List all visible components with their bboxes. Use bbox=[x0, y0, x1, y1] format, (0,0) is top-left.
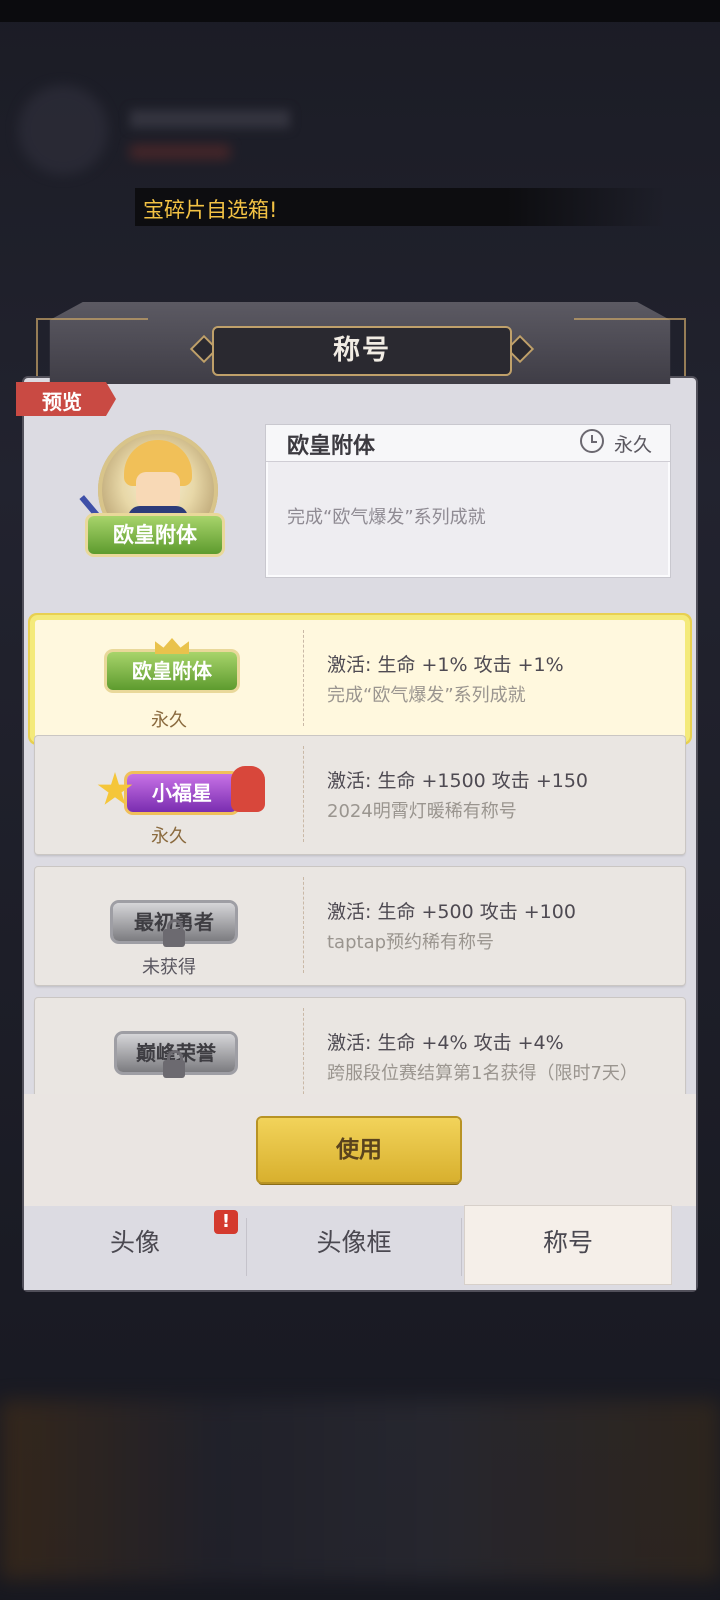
tab-avatar-frame[interactable]: 头像框 bbox=[247, 1206, 461, 1284]
row-divider bbox=[303, 1008, 304, 1094]
crown-icon bbox=[155, 638, 189, 654]
title-source: 2024明霄灯暖稀有称号 bbox=[327, 801, 517, 822]
tab-label: 头像框 bbox=[316, 1228, 392, 1257]
title-badge-area: 小福星 永久 bbox=[35, 736, 303, 854]
header-ornament-left bbox=[36, 318, 148, 376]
panel-title-text: 称号 bbox=[333, 335, 391, 366]
title-row[interactable]: 欧皇附体 永久 激活: 生命 +1% 攻击 +1% 完成“欧气爆发”系列成就 bbox=[35, 620, 685, 738]
preview-tag: 预览 bbox=[16, 382, 116, 416]
tab-avatar[interactable]: 头像 bbox=[24, 1206, 246, 1284]
title-badge-text: 欧皇附体 bbox=[132, 659, 212, 683]
tab-label: 称号 bbox=[542, 1228, 593, 1257]
title-bonus: 激活: 生命 +1500 攻击 +150 bbox=[327, 770, 589, 792]
background-blur bbox=[130, 110, 290, 128]
preview-badge-text: 欧皇附体 bbox=[113, 523, 197, 547]
title-bonus: 激活: 生命 +4% 攻击 +4% bbox=[327, 1032, 564, 1054]
background-blur bbox=[0, 1400, 720, 1580]
alert-badge-icon: ! bbox=[214, 1210, 238, 1234]
preview-title-badge: 欧皇附体 bbox=[88, 516, 222, 554]
title-badge: 欧皇附体 bbox=[107, 652, 237, 690]
preview-duration: 永久 bbox=[614, 434, 653, 456]
avatar-face bbox=[136, 472, 180, 508]
title-badge-text: 小福星 bbox=[152, 781, 212, 805]
tab-title[interactable]: 称号 bbox=[465, 1206, 671, 1284]
tab-separator bbox=[461, 1218, 462, 1276]
title-row[interactable]: 最初勇者 未获得 激活: 生命 +500 攻击 +100 taptap预约稀有称… bbox=[35, 867, 685, 985]
tab-bar: 头像 头像框 称号 bbox=[24, 1206, 696, 1290]
background-blur bbox=[130, 145, 230, 159]
use-button[interactable]: 使用 bbox=[258, 1118, 460, 1182]
title-list[interactable]: 欧皇附体 永久 激活: 生命 +1% 攻击 +1% 完成“欧气爆发”系列成就 小… bbox=[24, 600, 696, 1094]
title-badge-area: 最初勇者 未获得 bbox=[35, 867, 303, 985]
title-row[interactable]: 小福星 永久 激活: 生命 +1500 攻击 +150 2024明霄灯暖稀有称号 bbox=[35, 736, 685, 854]
title-bonus: 激活: 生命 +1% 攻击 +1% bbox=[327, 654, 564, 676]
tab-label: 头像 bbox=[109, 1228, 160, 1257]
title-status: 未获得 bbox=[142, 957, 196, 978]
mascot-icon bbox=[231, 766, 265, 812]
title-source: 跨服段位赛结算第1名获得（限时7天） bbox=[327, 1063, 638, 1084]
lock-icon bbox=[163, 1050, 185, 1078]
title-status: 永久 bbox=[151, 710, 187, 731]
title-bonus: 激活: 生命 +500 攻击 +100 bbox=[327, 901, 576, 923]
row-divider bbox=[303, 746, 304, 842]
title-row[interactable]: 巅峰荣誉 激活: 生命 +4% 攻击 +4% 跨服段位赛结算第1名获得（限时7天… bbox=[35, 998, 685, 1094]
header-ornament-right bbox=[574, 318, 686, 376]
announcement-ticker: 宝碎片自选箱! bbox=[135, 188, 665, 226]
row-divider bbox=[303, 877, 304, 973]
use-button-label: 使用 bbox=[336, 1137, 382, 1163]
preview-description: 完成“欧气爆发”系列成就 bbox=[287, 507, 486, 528]
preview-title-name: 欧皇附体 bbox=[287, 434, 376, 459]
title-status: 永久 bbox=[151, 826, 187, 847]
status-bar bbox=[0, 0, 720, 22]
title-source: taptap预约稀有称号 bbox=[327, 932, 495, 953]
clock-icon bbox=[580, 429, 604, 453]
panel-title: 称号 bbox=[212, 326, 512, 376]
lock-icon bbox=[163, 919, 185, 947]
title-badge: 小福星 bbox=[127, 774, 237, 812]
title-source: 完成“欧气爆发”系列成就 bbox=[327, 685, 526, 706]
row-divider bbox=[303, 630, 304, 726]
ticker-text: 宝碎片自选箱! bbox=[143, 198, 278, 222]
title-badge-area: 巅峰荣誉 bbox=[35, 998, 303, 1094]
background-avatar-blur bbox=[18, 85, 108, 175]
preview-tag-text: 预览 bbox=[42, 390, 82, 414]
title-badge-area: 欧皇附体 永久 bbox=[35, 620, 303, 738]
